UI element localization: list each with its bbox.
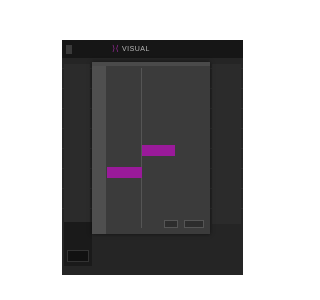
item-label <box>107 211 142 222</box>
item-label <box>107 156 142 167</box>
list-item[interactable] <box>107 134 207 145</box>
item-value <box>142 156 207 167</box>
item-label <box>107 79 142 90</box>
item-label <box>107 112 142 123</box>
list-item[interactable] <box>107 90 207 101</box>
settings-dialog <box>92 62 210 234</box>
item-label <box>107 101 142 112</box>
right-column <box>212 64 241 224</box>
item-label-selected <box>107 167 142 178</box>
list-item[interactable] <box>107 112 207 123</box>
top-bar: ⟩⟨ VISUAL <box>62 40 243 58</box>
item-label <box>107 200 142 211</box>
item-value <box>142 189 207 200</box>
item-value <box>142 112 207 123</box>
dialog-side-panel <box>92 66 106 234</box>
left-column <box>64 64 90 224</box>
cancel-button[interactable] <box>184 220 204 228</box>
list-item[interactable] <box>107 200 207 211</box>
dialog-header <box>92 62 210 66</box>
list-item-selected[interactable] <box>107 167 207 178</box>
item-value <box>142 123 207 134</box>
item-label <box>107 189 142 200</box>
item-value-selected <box>142 145 175 156</box>
item-label <box>107 68 142 79</box>
item-value <box>142 101 207 112</box>
item-value <box>142 90 207 101</box>
item-label <box>107 178 142 189</box>
tab-primary[interactable] <box>66 45 72 54</box>
item-value <box>142 200 207 211</box>
logo-mark-icon: ⟩⟨ <box>112 44 122 53</box>
list-item[interactable] <box>107 156 207 167</box>
list-item[interactable] <box>107 79 207 90</box>
bottom-panel <box>64 222 92 266</box>
bottom-box <box>67 250 89 262</box>
item-label <box>107 222 142 233</box>
tab-secondary[interactable] <box>84 45 90 54</box>
list-item[interactable] <box>107 101 207 112</box>
list-item[interactable] <box>107 68 207 79</box>
list-item[interactable] <box>107 123 207 134</box>
item-value <box>142 178 207 189</box>
item-label <box>107 134 142 145</box>
item-value <box>142 68 207 79</box>
list-item[interactable] <box>107 178 207 189</box>
item-label <box>107 90 142 101</box>
item-value <box>142 167 207 178</box>
list-item[interactable] <box>107 189 207 200</box>
item-value <box>142 79 207 90</box>
brand-name: VISUAL <box>121 46 150 53</box>
ok-button[interactable] <box>164 220 178 228</box>
brand-logo: ⟩⟨ VISUAL <box>112 44 150 54</box>
list-item-selected[interactable] <box>107 145 207 156</box>
item-label <box>107 145 142 156</box>
item-label <box>107 123 142 134</box>
item-value <box>142 134 207 145</box>
